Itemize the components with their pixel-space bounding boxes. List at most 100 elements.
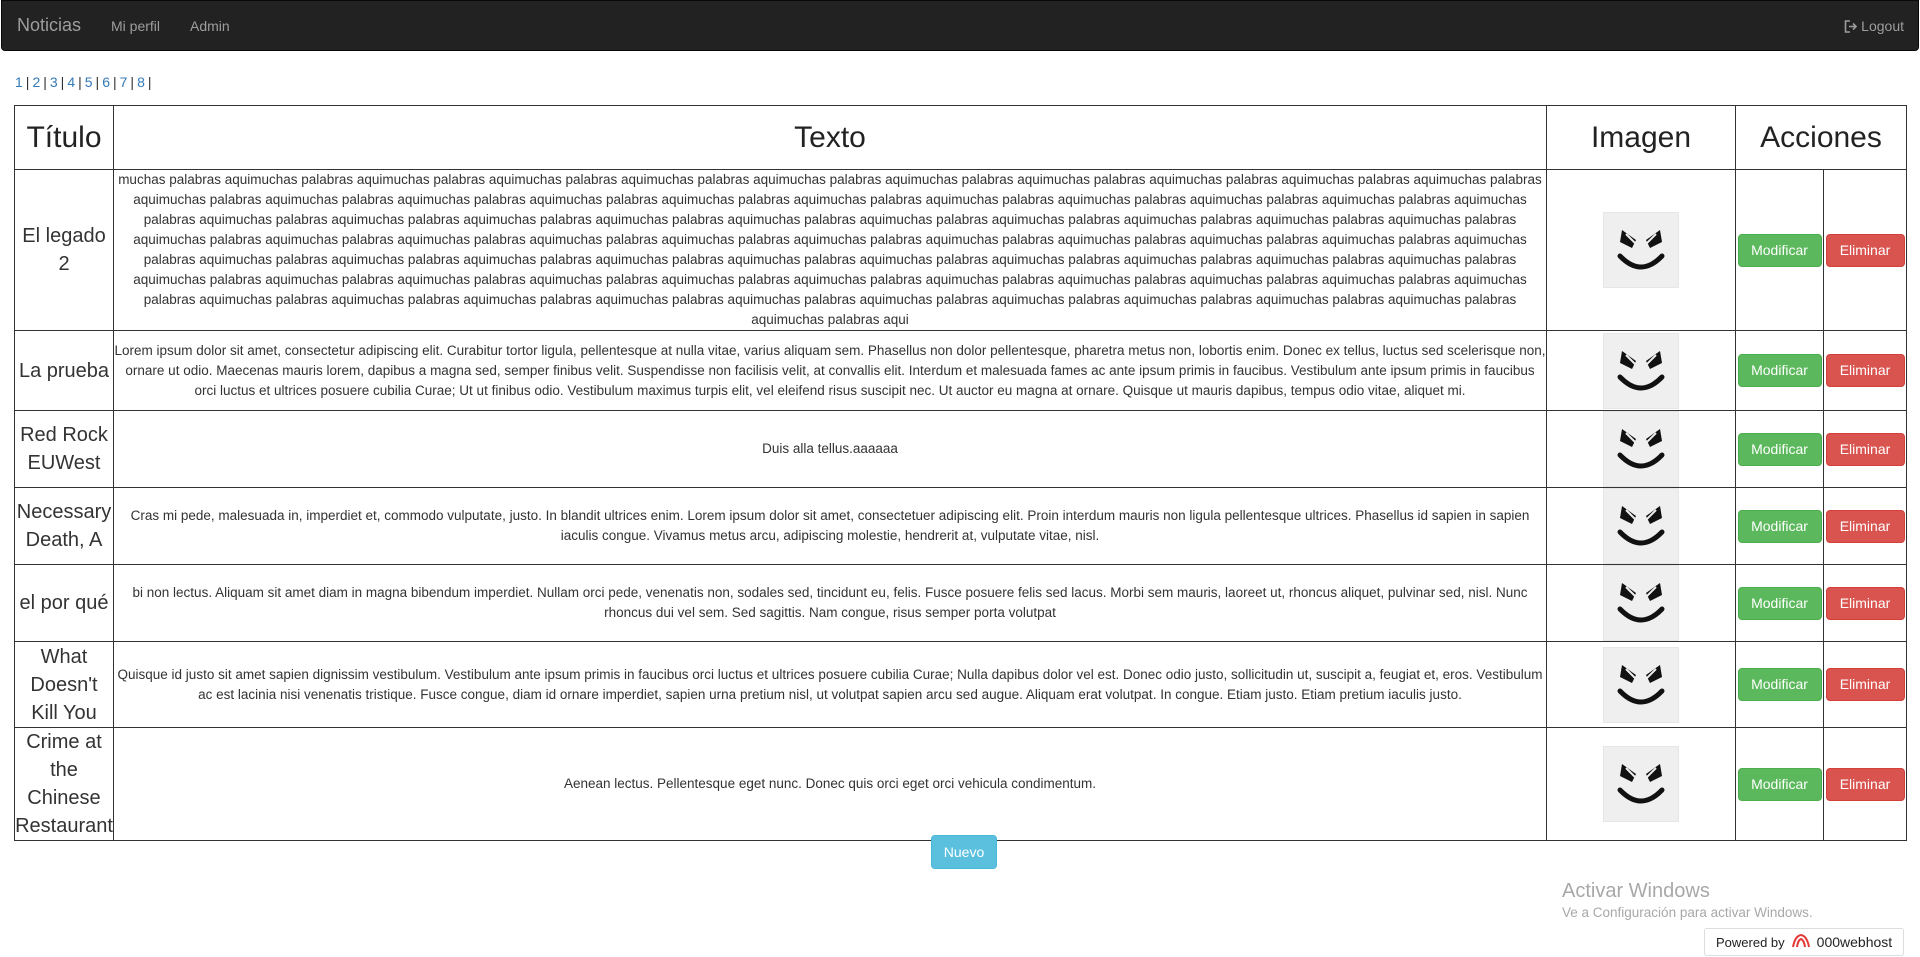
cell-imagen [1546, 330, 1736, 411]
cell-texto: Lorem ipsum dolor sit amet, consectetur … [113, 330, 1547, 411]
cell-eliminar: Eliminar [1822, 727, 1908, 841]
modificar-button[interactable]: Modificar [1737, 233, 1822, 267]
modificar-button[interactable]: Modificar [1737, 509, 1822, 543]
page-link-3[interactable]: 3 [50, 74, 58, 90]
table-row: Red Rock EUWest Duis alla tellus.aaaaaa Mo… [14, 410, 1908, 488]
eliminar-button[interactable]: Eliminar [1825, 767, 1905, 801]
cell-modificar: Modificar [1735, 169, 1824, 331]
nuevo-button[interactable]: Nuevo [931, 835, 997, 869]
cell-texto: bi non lectus. Aliquam sit amet diam in … [113, 564, 1547, 642]
cell-modificar: Modificar [1735, 564, 1824, 642]
pager-separator: | [25, 74, 30, 90]
cell-imagen [1546, 410, 1736, 488]
cell-eliminar: Eliminar [1822, 564, 1908, 642]
powered-by-badge[interactable]: Powered by 000webhost [1704, 928, 1904, 956]
eliminar-button[interactable]: Eliminar [1825, 668, 1905, 701]
eliminar-button[interactable]: Eliminar [1825, 586, 1905, 620]
page-link-6[interactable]: 6 [102, 74, 110, 90]
marshmello-face-icon [1603, 411, 1679, 487]
page-link-7[interactable]: 7 [120, 74, 128, 90]
marshmello-face-icon [1603, 212, 1679, 288]
powered-by-label: Powered by [1716, 934, 1785, 950]
page-link-4[interactable]: 4 [67, 74, 75, 90]
pager-separator: | [78, 74, 82, 90]
table-row: Crime at the Chinese Restaurant Aenean le… [14, 727, 1908, 841]
navbar-brand[interactable]: Noticias [17, 15, 81, 36]
cell-texto: Cras mi pede, malesuada in, imperdiet et… [113, 487, 1547, 565]
nav-link-mi-perfil[interactable]: Mi perfil [111, 18, 160, 34]
cell-titulo: El legado 2 [14, 169, 114, 331]
navbar: Noticias Mi perfil Admin Logout [1, 0, 1919, 51]
marshmello-face-icon [1603, 746, 1679, 822]
pager-separator: | [60, 74, 65, 90]
cell-modificar: Modificar [1735, 641, 1824, 728]
cell-imagen [1546, 727, 1736, 841]
page-link-1[interactable]: 1 [15, 74, 23, 90]
table-row: El legado 2 muchas palabras aquimuchas pa… [14, 169, 1908, 331]
pager-separator: | [95, 74, 100, 90]
windows-activation-subtitle: Ve a Configuración para activar Windows. [1562, 905, 1813, 920]
cell-eliminar: Eliminar [1822, 641, 1908, 728]
marshmello-face-icon [1603, 565, 1679, 641]
cell-texto: Quisque id justo sit amet sapien digniss… [113, 641, 1547, 728]
modificar-button[interactable]: Modificar [1737, 354, 1822, 387]
cell-imagen [1546, 641, 1736, 728]
table-row: La prueba Lorem ipsum dolor sit amet, con… [14, 330, 1908, 411]
cell-titulo: Crime at the Chinese Restaurant [14, 727, 114, 841]
cell-eliminar: Eliminar [1822, 487, 1908, 565]
cell-texto: Duis alla tellus.aaaaaa [113, 410, 1547, 488]
header-titulo: Título [14, 105, 114, 170]
cell-texto: Aenean lectus. Pellentesque eget nunc. D… [113, 727, 1547, 841]
cell-imagen [1546, 487, 1736, 565]
eliminar-button[interactable]: Eliminar [1825, 432, 1905, 466]
cell-eliminar: Eliminar [1822, 169, 1908, 331]
cell-modificar: Modificar [1735, 727, 1824, 841]
table-row: What Doesn't Kill You Quisque id justo si… [14, 641, 1908, 728]
cell-titulo: el por qué [14, 564, 114, 642]
eliminar-button[interactable]: Eliminar [1825, 233, 1905, 267]
pager-separator: | [130, 74, 135, 90]
powered-by-host: 000webhost [1816, 934, 1893, 950]
cell-eliminar: Eliminar [1822, 410, 1908, 488]
table-row: Necessary Death, A Cras mi pede, malesuad… [14, 487, 1908, 565]
logout-label: Logout [1861, 18, 1904, 34]
modificar-button[interactable]: Modificar [1737, 767, 1822, 801]
modificar-button[interactable]: Modificar [1737, 432, 1822, 466]
cell-imagen [1546, 564, 1736, 642]
cell-modificar: Modificar [1735, 330, 1824, 411]
modificar-button[interactable]: Modificar [1737, 586, 1822, 620]
cell-imagen [1546, 169, 1736, 331]
pagination: 1 | 2 | 3 | 4 | 5 | 6 | 7 | 8 | [15, 74, 155, 90]
windows-activation-title: Activar Windows [1562, 880, 1710, 902]
cell-modificar: Modificar [1735, 410, 1824, 488]
page-link-2[interactable]: 2 [32, 74, 40, 90]
cell-texto: muchas palabras aquimuchas palabras aqui… [113, 169, 1547, 331]
cell-eliminar: Eliminar [1822, 330, 1908, 411]
pager-separator: | [147, 74, 152, 90]
logout-icon [1844, 19, 1858, 33]
header-imagen: Imagen [1546, 105, 1736, 170]
logout-link[interactable]: Logout [1844, 18, 1904, 34]
header-texto: Texto [113, 105, 1547, 170]
eliminar-button[interactable]: Eliminar [1825, 509, 1905, 543]
cell-titulo: Red Rock EUWest [14, 410, 114, 488]
cell-titulo: La prueba [14, 330, 114, 411]
table-header-row: Título Texto Imagen Acciones [14, 105, 1908, 170]
table-row: el por qué bi non lectus. Aliquam sit ame… [14, 564, 1908, 642]
page-link-5[interactable]: 5 [85, 74, 93, 90]
cell-titulo: What Doesn't Kill You [14, 641, 114, 728]
cell-modificar: Modificar [1735, 487, 1824, 565]
marshmello-face-icon [1603, 488, 1679, 564]
news-table: Título Texto Imagen Acciones El legado 2… [14, 105, 1908, 841]
pager-separator: | [43, 74, 47, 90]
modificar-button[interactable]: Modificar [1737, 668, 1822, 701]
marshmello-face-icon [1603, 646, 1679, 723]
eliminar-button[interactable]: Eliminar [1825, 354, 1905, 387]
cell-titulo: Necessary Death, A [14, 487, 114, 565]
header-acciones: Acciones [1734, 105, 1908, 170]
webhost-logo-icon [1791, 933, 1811, 952]
nav-link-admin[interactable]: Admin [190, 18, 230, 34]
marshmello-face-icon [1603, 332, 1679, 409]
page-link-8[interactable]: 8 [137, 74, 145, 90]
pager-separator: | [112, 74, 117, 90]
